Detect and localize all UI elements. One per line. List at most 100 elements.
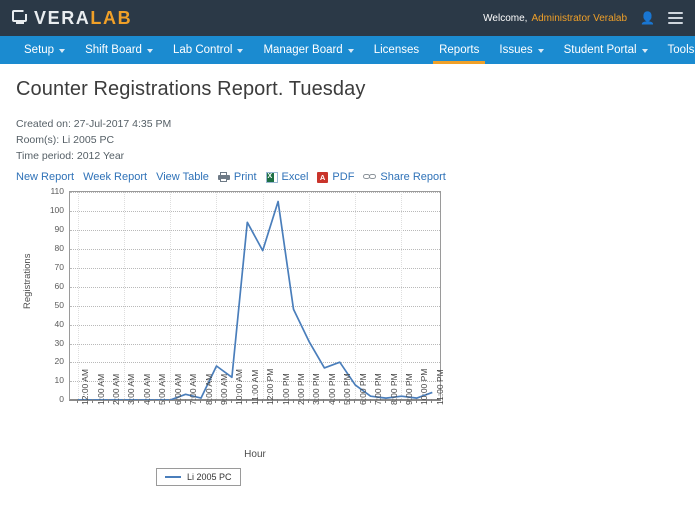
x-axis-tick-mark — [138, 399, 140, 404]
action-label: Week Report — [83, 171, 148, 184]
pdf-file-icon — [317, 171, 329, 183]
y-axis-tick-label: 110 — [50, 186, 64, 197]
y-axis-tick-label: 70 — [54, 261, 64, 272]
x-axis-tick-label: 2:00 AM — [111, 374, 122, 406]
veralab-logo[interactable]: VERALAB — [12, 9, 132, 27]
user-name-link[interactable]: Administrator Veralab — [531, 13, 627, 24]
nav-item-lab-control[interactable]: Lab Control — [163, 36, 253, 64]
x-axis-tick-mark — [76, 399, 78, 404]
nav-item-label: Reports — [439, 44, 480, 56]
action-excel[interactable]: Excel — [265, 171, 309, 184]
x-axis-tick-label: 4:00 PM — [326, 373, 337, 406]
nav-item-label: Setup — [24, 44, 55, 56]
action-view-table[interactable]: View Table — [156, 171, 209, 183]
x-axis-tick-mark — [246, 399, 248, 404]
y-axis-tick-label: 60 — [54, 280, 64, 291]
y-axis-tick-label: 20 — [54, 356, 64, 367]
chart-legend: Li 2005 PC — [156, 468, 241, 487]
x-axis-tick-mark — [292, 399, 294, 404]
chart-container: Registrations 0 10 20 30 40 50 60 70 80 90 100 110 … — [16, 186, 679, 491]
action-week-report[interactable]: Week Report — [83, 171, 147, 183]
y-axis-tick-label: 10 — [54, 375, 64, 386]
x-axis-tick-mark — [184, 399, 186, 404]
page-title: Counter Registrations Report. Tuesday — [16, 78, 366, 100]
excel-file-icon — [265, 171, 278, 183]
report-page: Counter Registrations Report. Tuesday Cr… — [0, 64, 695, 491]
action-new-report[interactable]: New Report — [16, 171, 74, 183]
nav-item-issues[interactable]: Issues — [489, 36, 553, 64]
x-axis-tick-label: 3:00 AM — [126, 374, 137, 406]
x-axis-tick-label: 5:00 PM — [342, 373, 353, 406]
x-axis-tick-label: 5:00 AM — [157, 374, 168, 406]
x-axis-tick-label: 3:00 PM — [311, 373, 322, 406]
y-axis-tick-label: 90 — [54, 224, 64, 235]
main-navigation: Setup Shift Board Lab Control Manager Board… — [0, 36, 695, 64]
registrations-line-chart: Registrations 0 10 20 30 40 50 60 70 80 90 100 110 … — [16, 186, 446, 491]
report-actions-toolbar: New Report Week Report View Table Print Exce… — [16, 171, 679, 183]
y-axis-tick-label: 80 — [54, 242, 64, 253]
x-axis-tick-mark — [385, 399, 387, 404]
chevron-down-icon — [59, 49, 66, 53]
x-axis-tick-label: 12:00 PM — [265, 368, 276, 406]
x-axis-tick-label: 7:00 AM — [188, 374, 199, 406]
x-axis-tick-label: 8:00 AM — [203, 374, 214, 406]
nav-item-label: Lab Control — [172, 44, 233, 56]
legend-swatch — [165, 476, 181, 479]
x-axis-tick-mark — [323, 399, 325, 404]
x-axis-tick-label: 10:00 PM — [419, 368, 430, 406]
x-axis-label: Hour — [244, 449, 266, 461]
x-axis-tick-mark — [400, 399, 402, 404]
action-print[interactable]: Print — [217, 171, 257, 183]
x-axis-tick-mark — [169, 399, 171, 404]
nav-item-label: Student Portal — [563, 44, 637, 56]
nav-item-reports[interactable]: Reports — [429, 36, 489, 64]
nav-item-licenses[interactable]: Licenses — [364, 36, 429, 64]
action-share-report[interactable]: Share Report — [363, 171, 446, 184]
x-axis-tick-label: 11:00 AM — [249, 369, 260, 406]
y-axis-tick-label: 40 — [54, 318, 64, 329]
user-icon[interactable]: 👤 — [640, 12, 655, 24]
action-pdf[interactable]: PDF — [317, 171, 354, 183]
x-axis-tick-mark — [277, 399, 279, 404]
chevron-down-icon — [237, 49, 244, 53]
action-label: Share Report — [380, 171, 446, 184]
nav-item-manager-board[interactable]: Manager Board — [253, 36, 363, 64]
action-label: New Report — [16, 171, 75, 184]
legend-label: Li 2005 PC — [187, 472, 232, 483]
nav-item-student-portal[interactable]: Student Portal — [554, 36, 658, 64]
x-axis-tick-mark — [307, 399, 309, 404]
x-axis-tick-label: 6:00 PM — [357, 373, 368, 406]
x-axis-tick-mark — [261, 399, 263, 404]
hamburger-menu-icon[interactable] — [668, 12, 683, 24]
x-axis-tick-mark — [153, 399, 155, 404]
y-axis-tick-label: 100 — [49, 205, 64, 216]
nav-item-shift-board[interactable]: Shift Board — [75, 36, 163, 64]
nav-item-label: Issues — [499, 44, 533, 56]
action-label: Excel — [281, 171, 309, 184]
printer-icon — [217, 172, 230, 183]
x-axis-tick-mark — [107, 399, 109, 404]
nav-item-label: Manager Board — [263, 44, 343, 56]
action-label: View Table — [156, 171, 209, 184]
x-axis-tick-label: 1:00 PM — [280, 373, 291, 406]
x-axis-tick-mark — [354, 399, 356, 404]
nav-item-label: Licenses — [373, 44, 420, 56]
x-axis-tick-label: 9:00 PM — [403, 373, 414, 406]
x-axis-tick-mark — [215, 399, 217, 404]
x-axis-tick-mark — [230, 399, 232, 404]
nav-item-label: Shift Board — [85, 44, 142, 56]
share-link-icon — [363, 173, 377, 181]
nav-item-setup[interactable]: Setup — [14, 36, 75, 64]
x-axis-tick-label: 10:00 AM — [234, 369, 245, 406]
x-axis-tick-label: 12:00 AM — [80, 369, 91, 406]
x-axis-tick-label: 2:00 PM — [296, 373, 307, 406]
x-axis-tick-mark — [415, 399, 417, 404]
monitor-icon — [12, 10, 29, 26]
nav-item-tools[interactable]: Tools — [658, 36, 695, 64]
x-axis-tick-mark — [369, 399, 371, 404]
chevron-down-icon — [347, 49, 354, 53]
report-created-on: Created on: 27-Jul-2017 4:35 PM — [16, 118, 172, 130]
y-axis-ticks: 0 10 20 30 40 50 60 70 80 90 100 110 — [30, 186, 64, 404]
x-axis-tick-mark — [92, 399, 94, 404]
chevron-down-icon — [146, 49, 153, 53]
